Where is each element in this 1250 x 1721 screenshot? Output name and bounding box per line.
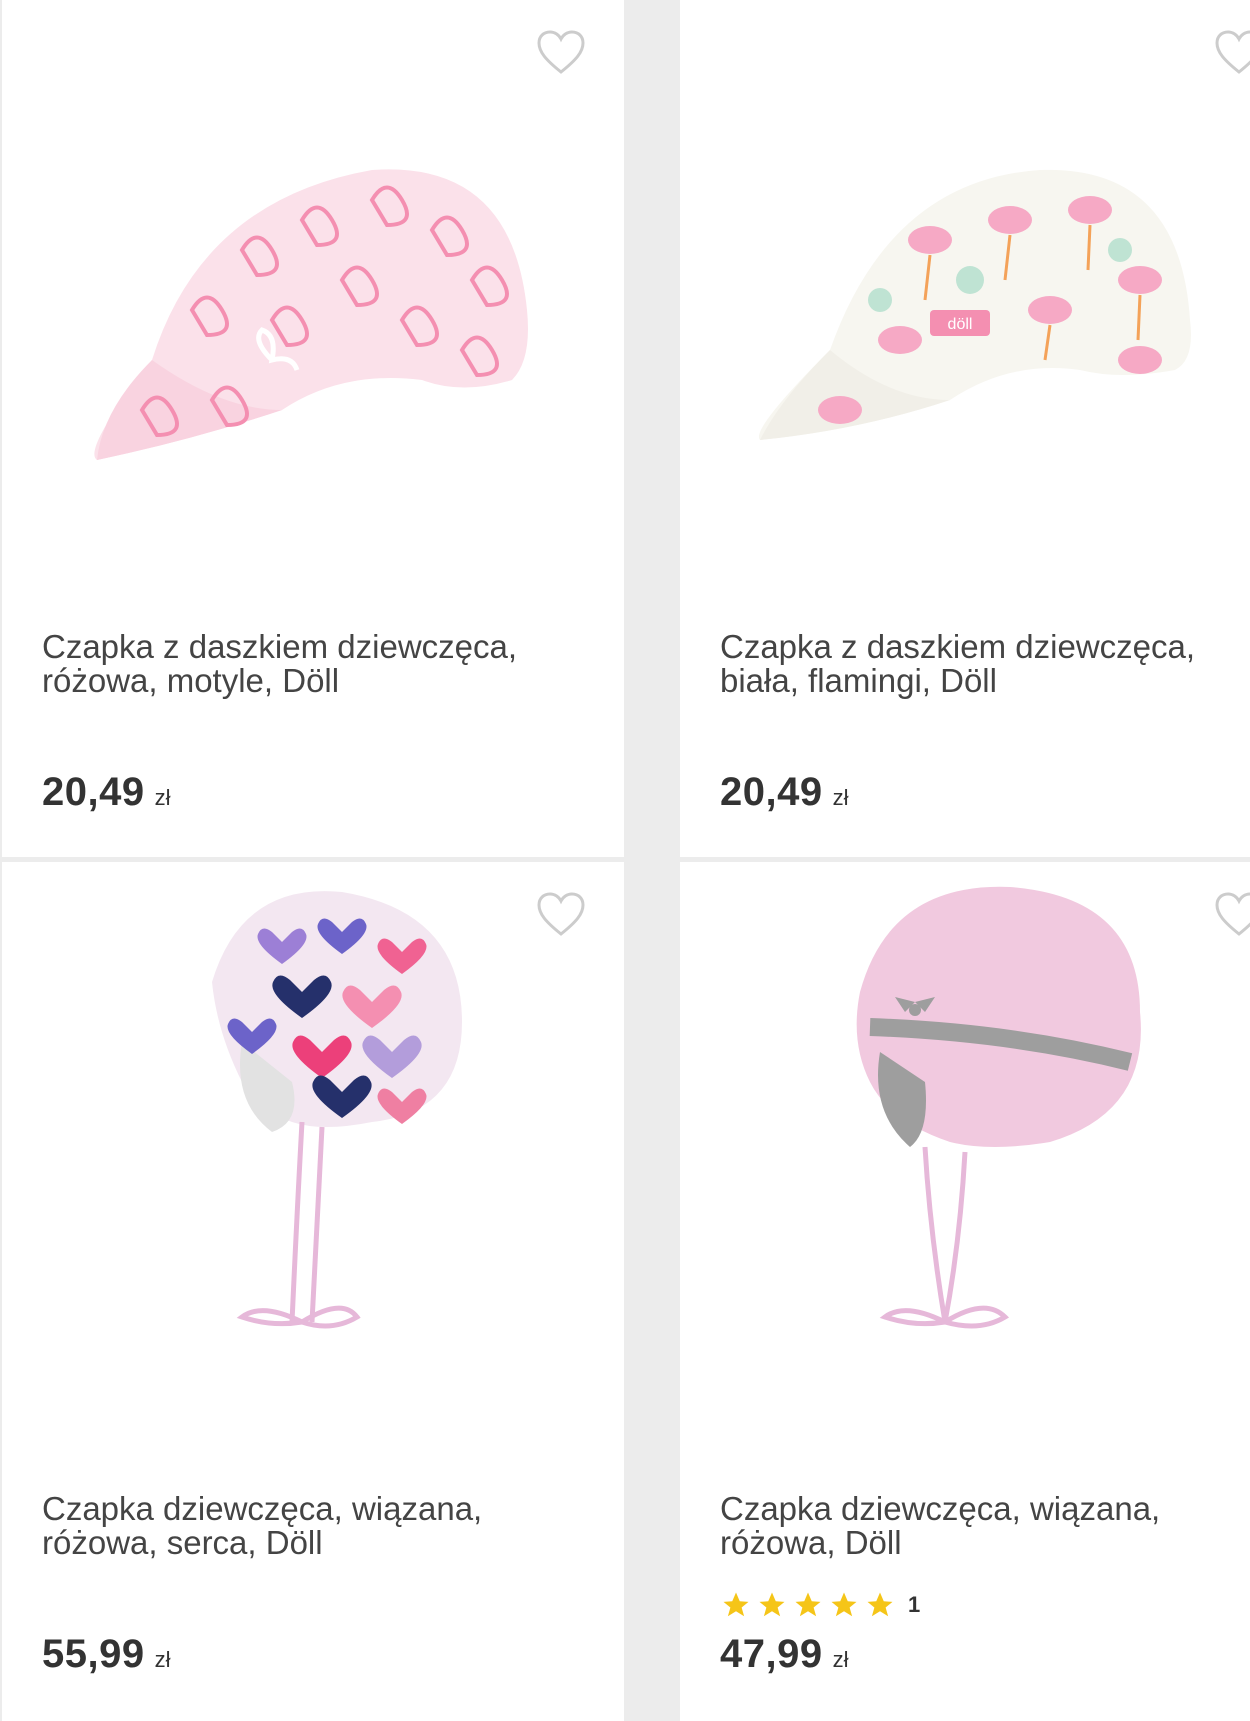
butterfly-cap-icon[interactable] [42, 110, 582, 530]
product-price: 20,49 zł [720, 770, 849, 815]
product-title-line1: Czapka dziewczęca, wiązana, [42, 1490, 483, 1527]
price-currency: zł [832, 785, 849, 810]
star-icon [723, 1592, 749, 1617]
star-icon [831, 1592, 857, 1617]
product-card[interactable]: Czapka z daszkiem dziewczęca, różowa, mo… [2, 0, 624, 857]
rating-count: 1 [908, 1592, 921, 1617]
product-card[interactable]: Czapka dziewczęca, wiązana, różowa, serc… [2, 862, 624, 1721]
product-title-line2: różowa, serca, Döll [42, 1524, 323, 1561]
product-price: 20,49 zł [42, 770, 171, 815]
flamingo-cap-icon[interactable]: döll [720, 110, 1250, 530]
product-title-line2: różowa, motyle, Döll [42, 662, 340, 699]
product-title-line1: Czapka z daszkiem dziewczęca, [42, 628, 518, 665]
brand-tag: döll [948, 316, 973, 333]
product-title-line2: różowa, Döll [720, 1524, 902, 1561]
product-card[interactable]: Czapka dziewczęca, wiązana, różowa, Döll… [680, 862, 1250, 1721]
heart-outline-icon[interactable] [536, 30, 586, 76]
product-title-line1: Czapka dziewczęca, wiązana, [720, 1490, 1161, 1527]
product-price: 47,99 zł [720, 1632, 849, 1677]
star-icon [867, 1592, 893, 1617]
heart-outline-icon[interactable] [1214, 30, 1250, 76]
price-amount: 20,49 [720, 770, 823, 814]
price-currency: zł [154, 785, 171, 810]
pink-beanie-icon[interactable] [720, 882, 1250, 1342]
product-title[interactable]: Czapka z daszkiem dziewczęca, biała, fla… [720, 630, 1240, 698]
star-icon [759, 1592, 785, 1617]
product-title[interactable]: Czapka z daszkiem dziewczęca, różowa, mo… [42, 630, 562, 698]
product-grid: Czapka z daszkiem dziewczęca, różowa, mo… [0, 0, 1250, 1721]
star-icon [795, 1592, 821, 1617]
product-rating: 1 [720, 1590, 920, 1620]
price-currency: zł [154, 1647, 171, 1672]
product-card[interactable]: döll Czapka z daszkiem dziewczęca, biała… [680, 0, 1250, 857]
product-title[interactable]: Czapka dziewczęca, wiązana, różowa, Döll [720, 1492, 1240, 1560]
price-amount: 20,49 [42, 770, 145, 814]
product-title[interactable]: Czapka dziewczęca, wiązana, różowa, serc… [42, 1492, 562, 1560]
product-title-line2: biała, flamingi, Döll [720, 662, 997, 699]
price-amount: 55,99 [42, 1632, 145, 1676]
product-title-line1: Czapka z daszkiem dziewczęca, [720, 628, 1196, 665]
heart-beanie-icon[interactable] [42, 882, 582, 1342]
product-price: 55,99 zł [42, 1632, 171, 1677]
price-currency: zł [832, 1647, 849, 1672]
price-amount: 47,99 [720, 1632, 823, 1676]
